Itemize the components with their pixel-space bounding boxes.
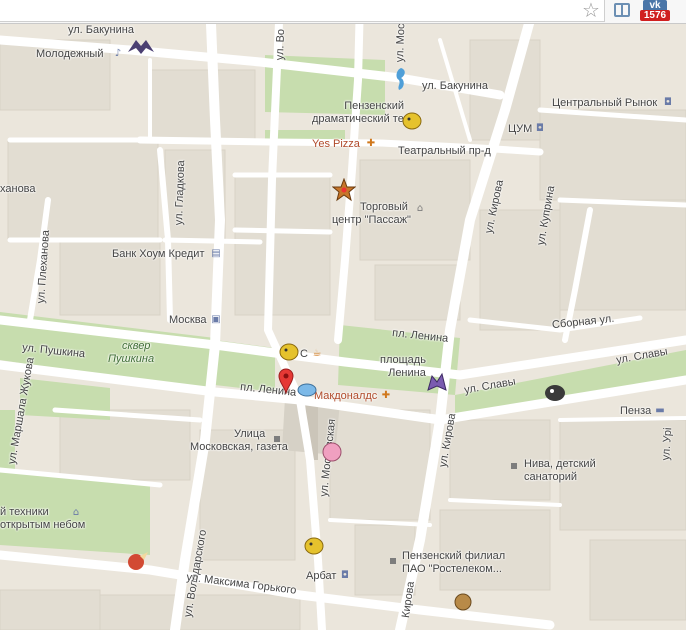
food-icon: ✚ xyxy=(366,138,376,149)
place-label-cafe-c[interactable]: С xyxy=(300,348,308,361)
music-icon: ♪ xyxy=(114,48,122,59)
map-app: ☆ vk 1576 ул. Бакунина ул. Бакунина Теат… xyxy=(0,0,686,630)
rostelecom-line2: ПАО "Ростелеком... xyxy=(402,563,502,575)
museum-icon: ⌂ xyxy=(72,507,80,518)
pink-creature-icon[interactable] xyxy=(320,440,344,464)
place-label-rostelecom[interactable]: Пензенский филиал ПАО "Ростелеком... xyxy=(402,550,505,576)
place-label-mcdonalds[interactable]: Макдоналдс xyxy=(314,390,377,403)
place-label-yes-pizza[interactable]: Yes Pizza xyxy=(312,138,360,151)
dark-bird-creature-icon[interactable] xyxy=(542,380,568,404)
ploshchad-line1: площадь xyxy=(380,354,426,366)
square-marker-icon xyxy=(274,436,280,442)
brown-bird-creature-icon[interactable] xyxy=(452,588,474,612)
starfish-creature-icon[interactable] xyxy=(332,178,356,202)
yellow-creature-icon-2[interactable] xyxy=(277,338,301,362)
building-icon: ⌂ xyxy=(416,203,424,214)
yellow-creature-icon-3[interactable] xyxy=(302,532,326,556)
purple-creature-icon[interactable] xyxy=(424,370,450,394)
vk-extension-button[interactable]: vk 1576 xyxy=(640,0,670,21)
place-label-moskva[interactable]: Москва xyxy=(169,314,207,327)
place-label-arbat[interactable]: Арбат xyxy=(306,570,336,583)
skver-line2: Пушкина xyxy=(108,353,155,365)
niva-line2: санаторий xyxy=(524,471,578,483)
passage-line2: центр "Пассаж" xyxy=(332,214,411,226)
square-marker-icon-2 xyxy=(511,463,517,469)
cafe-icon: ☕ xyxy=(312,348,322,359)
browser-toolbar: ☆ vk 1576 xyxy=(0,0,686,24)
street-label-anova: ханова xyxy=(0,183,36,195)
ploshchad-line2: Ленина xyxy=(388,367,426,379)
place-label-bank[interactable]: Банк Хоум Кредит xyxy=(112,248,205,261)
yellow-creature-icon[interactable] xyxy=(400,107,424,131)
skver-line1: сквер xyxy=(122,340,151,352)
rostelecom-line1: Пензенский филиал xyxy=(402,550,506,562)
place-label-niva[interactable]: Нива, детский санаторий xyxy=(524,458,596,484)
park-label-skver-pushkina[interactable]: сквер Пушкина xyxy=(108,340,154,366)
seahorse-creature-icon[interactable] xyxy=(393,66,409,92)
street-label-fragment-top: ул. Во xyxy=(274,28,288,61)
blue-creature-icon[interactable] xyxy=(296,380,318,398)
food-icon-2: ✚ xyxy=(381,390,391,401)
niva-line1: Нива, детский xyxy=(524,458,596,470)
ulitsa-line2: Московская, газета xyxy=(190,441,288,453)
address-bar[interactable] xyxy=(0,0,605,22)
place-label-molodezhny[interactable]: Молодежный xyxy=(36,48,103,61)
red-bird-creature-icon[interactable] xyxy=(124,548,150,572)
passage-line1: Торговый xyxy=(360,201,408,213)
place-label-tsum[interactable]: ЦУМ xyxy=(508,123,532,136)
shopping-bag-icon: ◘ xyxy=(536,123,544,134)
place-label-penza-hotel[interactable]: Пенза xyxy=(620,405,651,418)
bank-icon: ▤ xyxy=(211,248,221,259)
street-label-teatralny: Театральный пр-д xyxy=(398,145,491,157)
shopping-bag-icon-2: ◘ xyxy=(664,97,672,108)
street-label-gladkova: ул. Гладкова xyxy=(173,160,188,226)
street-label-bakunina-east: ул. Бакунина xyxy=(422,80,488,92)
vk-notification-count: 1576 xyxy=(640,10,670,21)
technika-line2: открытым небом xyxy=(0,519,86,531)
bookmark-star-icon[interactable]: ☆ xyxy=(582,0,600,21)
drama-theatre-line1: Пензенский xyxy=(344,100,404,112)
shopping-bag-icon-3: ◘ xyxy=(341,570,349,581)
place-label-passage[interactable]: Торговый центр "Пассаж" xyxy=(332,201,411,227)
street-label-bakunina-west: ул. Бакунина xyxy=(68,24,134,36)
place-label-central-market[interactable]: Центральный Рынок xyxy=(552,97,657,110)
location-pin-icon[interactable] xyxy=(278,368,294,394)
street-label-uritskogo: ул. Урі xyxy=(660,427,675,461)
place-label-ploshchad-lenina[interactable]: площадь Ленина xyxy=(380,354,426,380)
bat-creature-icon[interactable] xyxy=(126,36,156,58)
hotel-icon: ▬ xyxy=(655,405,665,416)
square-marker-icon-3 xyxy=(390,558,396,564)
cinema-icon: ▣ xyxy=(211,314,221,325)
reader-view-icon[interactable] xyxy=(614,3,630,17)
